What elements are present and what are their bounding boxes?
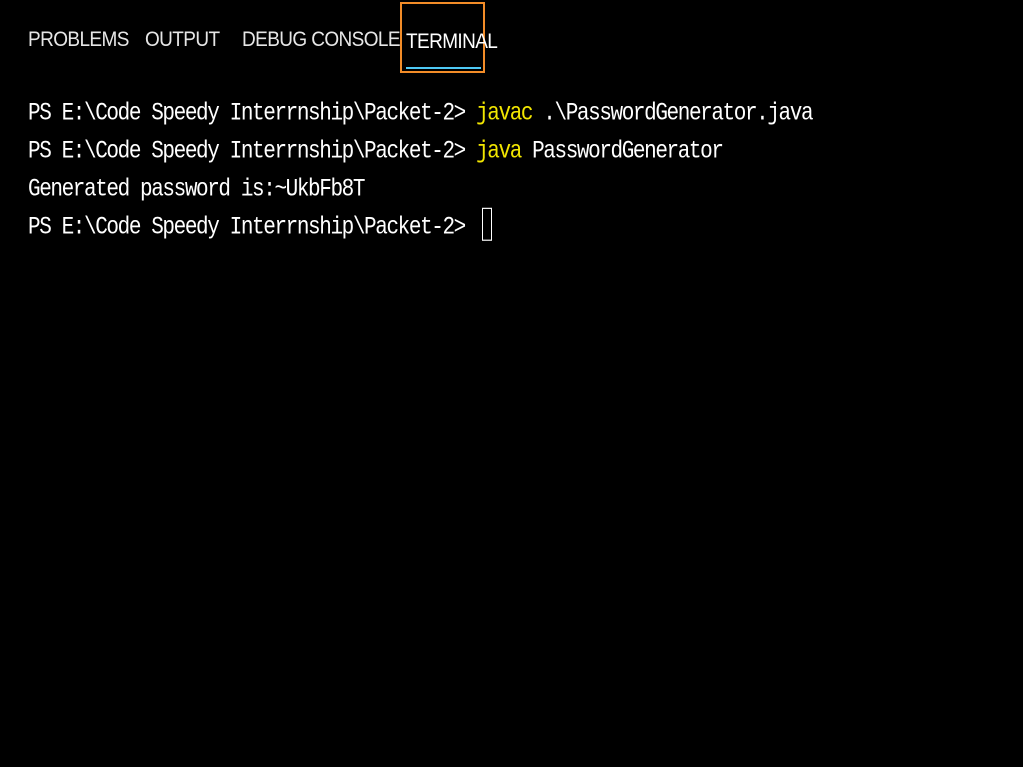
- terminal-prompt: PS E:\Code Speedy Interrnship\Packet-2>: [28, 100, 477, 128]
- terminal-cursor[interactable]: [482, 207, 493, 241]
- tab-terminal-focus-outline[interactable]: TERMINAL: [400, 2, 498, 73]
- terminal-output[interactable]: PS E:\Code Speedy Interrnship\Packet-2> …: [28, 96, 1008, 248]
- panel-tab-bar: PROBLEMS OUTPUT DEBUG CONSOLE TERMINAL: [0, 0, 1023, 78]
- terminal-panel: PROBLEMS OUTPUT DEBUG CONSOLE TERMINAL P…: [0, 0, 1023, 767]
- terminal-command-args: .\PasswordGenerator.java: [532, 100, 813, 128]
- terminal-line: PS E:\Code Speedy Interrnship\Packet-2>: [28, 207, 1008, 252]
- terminal-command-args: PasswordGenerator: [520, 138, 724, 166]
- tab-terminal[interactable]: TERMINAL: [406, 30, 498, 55]
- terminal-program-output: Generated password is:~UkbFb8T: [28, 176, 365, 204]
- terminal-prompt: PS E:\Code Speedy Interrnship\Packet-2>: [28, 214, 477, 242]
- tab-problems[interactable]: PROBLEMS: [28, 28, 129, 53]
- terminal-command: javac: [476, 100, 533, 128]
- active-tab-indicator: [406, 67, 481, 69]
- tab-debug-console[interactable]: DEBUG CONSOLE: [242, 28, 401, 53]
- terminal-command: java: [476, 138, 522, 166]
- terminal-prompt: PS E:\Code Speedy Interrnship\Packet-2>: [28, 138, 477, 166]
- tab-output[interactable]: OUTPUT: [145, 28, 220, 53]
